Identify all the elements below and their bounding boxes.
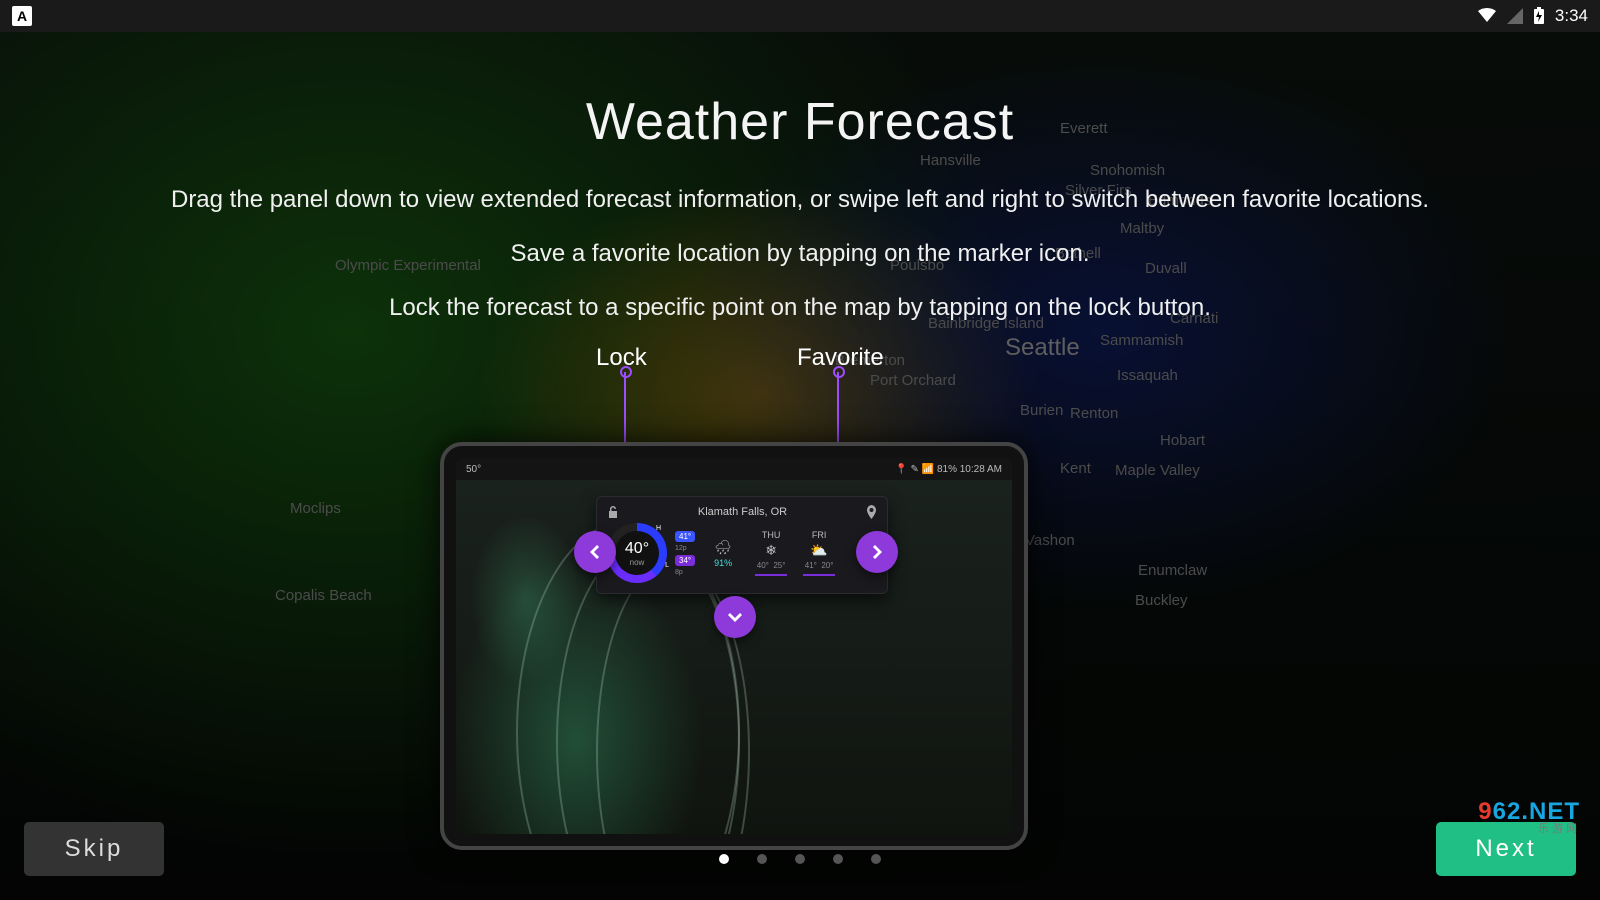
tablet-status-temp: 50°: [466, 464, 481, 475]
wifi-icon: [1477, 8, 1497, 24]
lock-icon[interactable]: [607, 505, 619, 519]
status-clock: 3:34: [1555, 6, 1588, 26]
callout-dot: [620, 366, 632, 378]
swipe-left-icon: [574, 531, 616, 573]
page-dot[interactable]: [833, 854, 843, 864]
forecast-today: 🌧 91%: [703, 539, 743, 568]
description-line: Save a favorite location by tapping on t…: [150, 236, 1450, 272]
page-dot[interactable]: [871, 854, 881, 864]
skip-button[interactable]: Skip: [24, 822, 164, 876]
humidity: 91%: [714, 558, 732, 568]
hi-lo-badges: 41° 12p 34° 8p: [675, 531, 695, 576]
tablet-status-bar: 50° 📍 ✎ 📶 81% 10:28 AM: [456, 458, 1012, 480]
forecast-location: Klamath Falls, OR: [619, 506, 866, 518]
forecast-day: THU ❄ 40° 25°: [751, 530, 791, 576]
page-dot[interactable]: [719, 854, 729, 864]
page-indicator[interactable]: [719, 854, 881, 864]
temperature-dial: 40° now H L: [607, 523, 667, 583]
signal-icon: [1507, 8, 1523, 24]
forecast-panel[interactable]: Klamath Falls, OR 40° now H L: [596, 496, 888, 594]
swipe-right-icon: [856, 531, 898, 573]
callout-dot: [833, 366, 845, 378]
app-indicator-icon: A: [12, 6, 32, 26]
tablet-mockup: 50° 📍 ✎ 📶 81% 10:28 AM Klamath Falls, OR: [440, 442, 1028, 850]
battery-icon: [1533, 7, 1545, 25]
forecast-day: FRI ⛅ 41° 20°: [799, 530, 839, 576]
page-title: Weather Forecast: [0, 92, 1600, 152]
android-status-bar: A 3:34: [0, 0, 1600, 32]
watermark: 962.NET 乐游网: [1478, 799, 1580, 836]
now-label: now: [630, 558, 645, 567]
description-line: Lock the forecast to a specific point on…: [150, 290, 1450, 326]
marker-icon[interactable]: [866, 505, 877, 519]
swipe-down-icon: [714, 596, 756, 638]
current-temp: 40°: [625, 540, 649, 558]
page-dot[interactable]: [795, 854, 805, 864]
page-description: Drag the panel down to view extended for…: [150, 182, 1450, 326]
tablet-status-right: 📍 ✎ 📶 81% 10:28 AM: [895, 464, 1002, 475]
page-dot[interactable]: [757, 854, 767, 864]
description-line: Drag the panel down to view extended for…: [150, 182, 1450, 218]
